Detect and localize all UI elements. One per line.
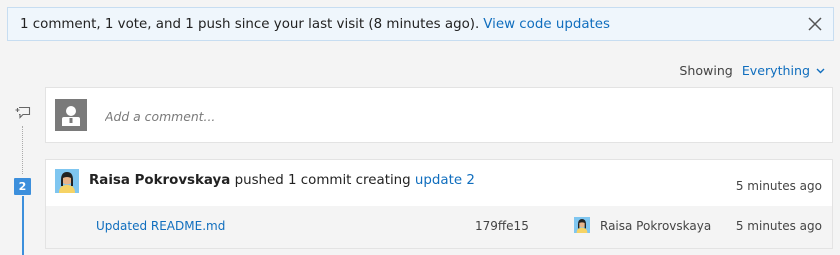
update-number-badge: 2 — [14, 178, 31, 195]
add-comment-icon — [15, 106, 31, 119]
avatar-placeholder-icon — [55, 99, 87, 131]
chevron-down-icon[interactable] — [816, 68, 825, 74]
commit-author: Raisa Pokrovskaya — [600, 219, 712, 233]
add-comment-card — [45, 87, 833, 143]
notification-banner: 1 comment, 1 vote, and 1 push since your… — [7, 7, 834, 41]
push-timestamp: 5 minutes ago — [735, 179, 822, 193]
filter-dropdown[interactable]: Everything — [742, 63, 810, 78]
commit-hash[interactable]: 179ffe15 — [475, 219, 529, 233]
timeline-dotted-connector — [22, 126, 23, 174]
commit-author-avatar — [574, 217, 590, 233]
user-avatar — [55, 169, 79, 193]
commit-row: Updated README.md 179ffe15 Raisa Pokrovs… — [46, 206, 832, 248]
push-author: Raisa Pokrovskaya — [89, 173, 231, 188]
push-action-text: pushed 1 commit creating — [230, 173, 415, 188]
commit-timestamp: 5 minutes ago — [735, 219, 822, 233]
update-link[interactable]: update 2 — [415, 173, 475, 188]
commit-message-link[interactable]: Updated README.md — [96, 219, 225, 233]
comment-input[interactable] — [103, 104, 797, 128]
filter-control: Showing Everything — [679, 63, 825, 78]
filter-label: Showing — [679, 63, 733, 78]
push-event-title: Raisa Pokrovskaya pushed 1 commit creati… — [89, 173, 475, 188]
view-code-updates-link[interactable]: View code updates — [483, 17, 610, 32]
banner-message: 1 comment, 1 vote, and 1 push since your… — [20, 16, 480, 32]
close-icon[interactable] — [807, 16, 823, 32]
push-event-card: Raisa Pokrovskaya pushed 1 commit creati… — [45, 159, 833, 249]
timeline-connector — [22, 196, 24, 255]
